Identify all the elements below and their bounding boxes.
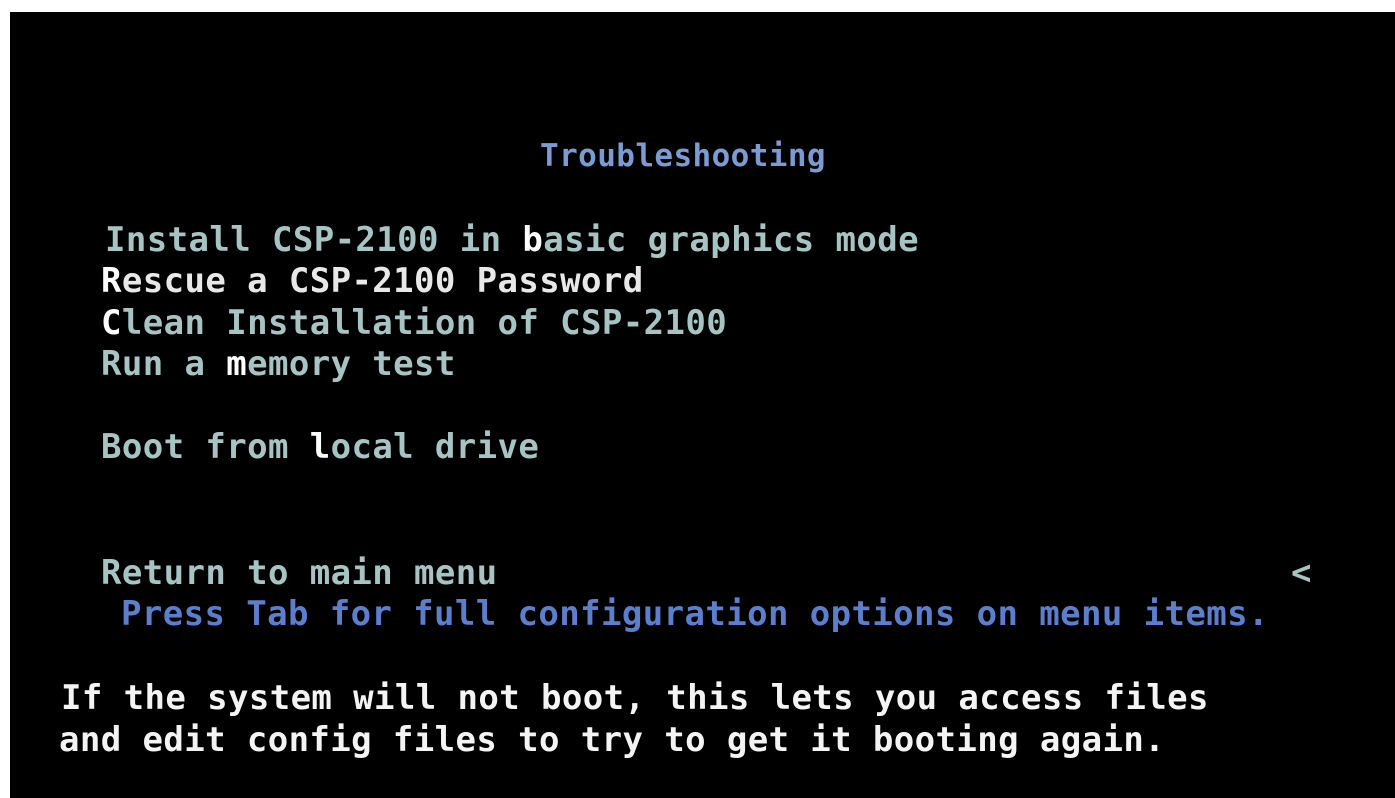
menu-item-install-basic-graphics[interactable]: Install CSP-2100 in basic graphics mode [105,220,919,260]
menu-item-hotkey: R [101,261,122,301]
menu-item-hotkey: b [522,220,544,260]
menu-item-label: Install CSP-2100 in [105,220,523,260]
menu-item-hotkey: C [101,303,122,343]
menu-item-label: lean Installation of CSP-2100 [121,303,728,343]
menu-item-label: Boot from [101,427,310,467]
menu-item-label: Run a [101,344,227,384]
menu-item-label: ocal drive [330,427,540,467]
help-text-line-2: and edit config files to try to get it b… [59,720,1166,760]
submenu-arrow-icon: < [1291,553,1312,593]
tab-hint-text: Press Tab for full configuration options… [121,594,1269,634]
menu-item-boot-local-drive[interactable]: Boot from local drive [101,427,539,467]
menu-title: Troubleshooting [540,138,826,174]
menu-item-return-main-menu[interactable]: Return to main menu [101,553,498,593]
menu-item-clean-installation[interactable]: Clean Installation of CSP-2100 [101,303,727,343]
menu-item-memory-test[interactable]: Run a memory test [101,344,456,384]
menu-item-label: escue a CSP-2100 Password [121,261,644,301]
boot-menu-screen: Troubleshooting Install CSP-2100 in basi… [10,12,1395,798]
help-text-line-1: If the system will not boot, this lets y… [61,678,1209,718]
menu-item-rescue-password[interactable]: Rescue a CSP-2100 Password [101,261,644,301]
menu-item-hotkey: m [226,344,248,384]
menu-item-label: Return to main menu [101,553,498,593]
menu-item-hotkey: l [309,427,331,467]
menu-item-label: asic graphics mode [543,220,919,260]
menu-item-label: emory test [247,344,456,384]
